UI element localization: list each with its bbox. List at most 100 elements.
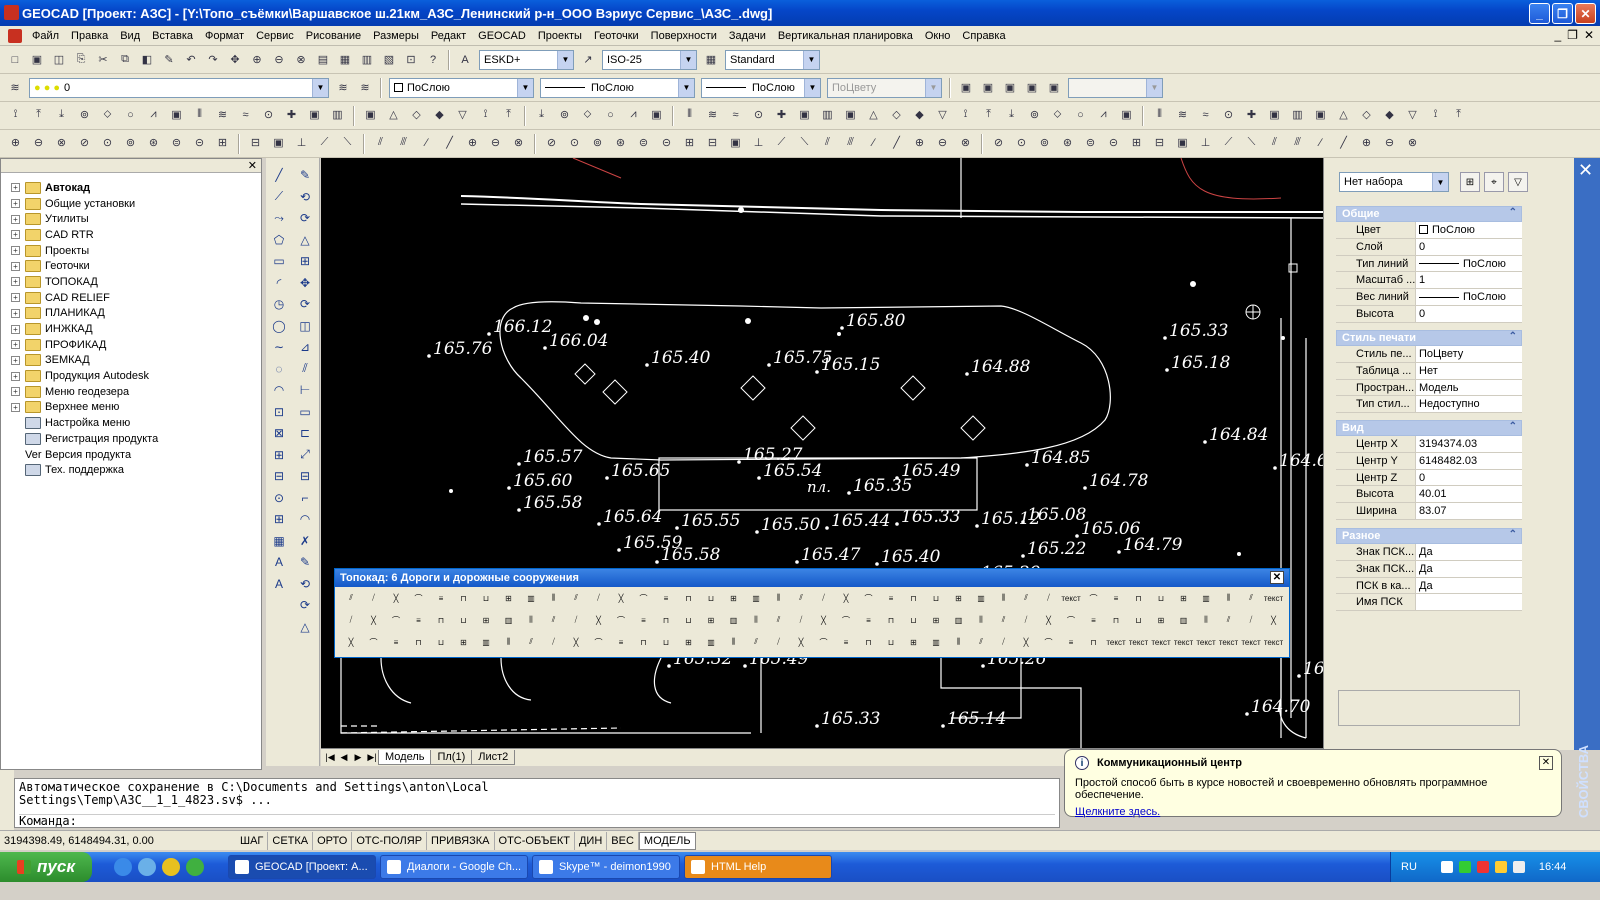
next-tab-icon[interactable]: ▶ <box>351 751 365 765</box>
palette-symbol-icon-2-26[interactable]: ▥ <box>926 633 946 651</box>
geocad-tool-icon-47[interactable]: ▣ <box>1117 106 1136 124</box>
prop-section-header[interactable]: Общие ⌃ <box>1336 206 1522 222</box>
modify-tool-icon-0[interactable]: ✎ <box>296 166 314 184</box>
std-tool-icon-7[interactable]: ✎ <box>160 51 178 69</box>
geocad-tool-icon-11[interactable]: ⊙ <box>259 106 278 124</box>
prop-value[interactable]: 6148482.03 <box>1416 453 1522 469</box>
draw-tool-icon-10[interactable]: ◠ <box>270 381 288 399</box>
palette-symbol-icon-1-19[interactable]: ⫽ <box>769 611 789 629</box>
survey-point[interactable] <box>875 562 879 566</box>
geocad-tool-icon-9[interactable]: ≋ <box>213 106 232 124</box>
palette-symbol-icon-0-30[interactable]: ⫽ <box>1016 589 1036 607</box>
survey-point[interactable] <box>1021 520 1025 524</box>
topo-tool-icon-13[interactable]: ⟋ <box>315 134 334 152</box>
quick-select-icon[interactable]: ▽ <box>1508 172 1528 192</box>
palette-symbol-icon-2-14[interactable]: ⊔ <box>656 633 676 651</box>
palette-symbol-icon-2-23[interactable]: ⊓ <box>859 633 879 651</box>
topo-tool-icon-35[interactable]: ⫻ <box>841 134 860 152</box>
geocad-tool-icon-23[interactable]: ⊚ <box>555 106 574 124</box>
palette-symbol-icon-2-10[interactable]: ╳ <box>566 633 586 651</box>
menu-item-5[interactable]: Сервис <box>250 30 300 42</box>
survey-point[interactable] <box>981 664 985 668</box>
modify-tool-icon-4[interactable]: ⊞ <box>296 252 314 270</box>
restore-button[interactable]: ❐ <box>1552 3 1573 24</box>
survey-point[interactable] <box>795 560 799 564</box>
palette-symbol-icon-2-15[interactable]: ⊞ <box>679 633 699 651</box>
collapse-icon[interactable]: ⌃ <box>1509 207 1517 218</box>
survey-point[interactable] <box>815 370 819 374</box>
modify-tool-icon-10[interactable]: ⊢ <box>296 381 314 399</box>
palette-close-icon[interactable]: ✕ <box>1270 571 1284 584</box>
expand-icon[interactable]: + <box>11 324 20 334</box>
prop-section-header[interactable]: Стиль печати ⌃ <box>1336 330 1522 346</box>
palette-symbol-icon-2-9[interactable]: ⧸ <box>544 633 564 651</box>
palette-text-icon[interactable]: текст <box>1241 633 1261 651</box>
draw-tool-icon-13[interactable]: ⊞ <box>270 446 288 464</box>
prop-row[interactable]: Центр Y 6148482.03 <box>1336 452 1522 470</box>
tree-item-7[interactable]: + CAD RELIEF <box>1 290 261 306</box>
tree-item-5[interactable]: + Геоточки <box>1 258 261 274</box>
geocad-tool-icon-56[interactable]: △ <box>1334 106 1353 124</box>
tray-icon-4[interactable] <box>1494 861 1507 873</box>
palette-text-icon[interactable]: текст <box>1061 589 1081 607</box>
expand-icon[interactable]: + <box>11 261 20 271</box>
palette-symbol-icon-1-2[interactable]: ⌒ <box>386 611 406 629</box>
std-tool-icon-14[interactable]: ▤ <box>314 51 332 69</box>
topo-tool-icon-29[interactable]: ⊟ <box>703 134 722 152</box>
survey-point[interactable] <box>507 486 511 490</box>
explorer-icon[interactable] <box>138 858 156 876</box>
palette-symbol-icon-1-37[interactable]: ▥ <box>1174 611 1194 629</box>
std-tool-icon-2[interactable]: ◫ <box>50 51 68 69</box>
prop-value[interactable]: 0 <box>1416 306 1522 322</box>
palette-symbol-icon-0-17[interactable]: ⊞ <box>724 589 744 607</box>
survey-point[interactable] <box>605 476 609 480</box>
survey-point[interactable] <box>757 476 761 480</box>
palette-symbol-icon-2-18[interactable]: ⫽ <box>746 633 766 651</box>
palette-symbol-icon-2-33[interactable]: ⊓ <box>1084 633 1104 651</box>
palette-symbol-icon-2-16[interactable]: ▥ <box>701 633 721 651</box>
topo-tool-icon-44[interactable]: ⊛ <box>1058 134 1077 152</box>
doc-minimize-button[interactable]: _ <box>1554 28 1561 42</box>
tray-icon-3[interactable] <box>1476 861 1489 873</box>
palette-symbol-icon-1-38[interactable]: ⫼ <box>1196 611 1216 629</box>
geocad-tool-icon-52[interactable]: ✚ <box>1242 106 1261 124</box>
survey-point[interactable] <box>815 724 819 728</box>
palette-title-bar[interactable]: Топокад: 6 Дороги и дорожные сооружения ✕ <box>335 569 1289 587</box>
geocad-tool-icon-22[interactable]: ⤓ <box>532 106 551 124</box>
topo-tool-icon-6[interactable]: ⊛ <box>144 134 163 152</box>
prop-value[interactable]: Модель <box>1416 380 1522 396</box>
survey-point[interactable] <box>1075 534 1079 538</box>
palette-symbol-icon-0-3[interactable]: ⌒ <box>409 589 429 607</box>
topo-tool-icon-23[interactable]: ⊙ <box>565 134 584 152</box>
palette-symbol-icon-0-21[interactable]: ⧸ <box>814 589 834 607</box>
menu-item-15[interactable]: Окно <box>919 30 957 42</box>
expand-icon[interactable]: + <box>11 277 20 287</box>
palette-symbol-icon-0-4[interactable]: ≡ <box>431 589 451 607</box>
palette-symbol-icon-1-9[interactable]: ⫽ <box>544 611 564 629</box>
topo-tool-icon-31[interactable]: ⊥ <box>749 134 768 152</box>
palette-symbol-icon-1-10[interactable]: ⧸ <box>566 611 586 629</box>
geocad-tool-icon-26[interactable]: ⩘ <box>624 106 643 124</box>
topo-tool-icon-27[interactable]: ⊝ <box>657 134 676 152</box>
palette-symbol-icon-1-26[interactable]: ⊞ <box>926 611 946 629</box>
palette-symbol-icon-2-30[interactable]: ╳ <box>1016 633 1036 651</box>
std-tool-icon-16[interactable]: ▥ <box>358 51 376 69</box>
geocad-tool-icon-43[interactable]: ⊚ <box>1025 106 1044 124</box>
survey-point[interactable] <box>543 346 547 350</box>
geocad-tool-icon-53[interactable]: ▣ <box>1265 106 1284 124</box>
prop-row[interactable]: Тип линий ПоСлою <box>1336 255 1522 273</box>
menu-item-6[interactable]: Рисование <box>300 30 367 42</box>
topo-tool-icon-32[interactable]: ⟋ <box>772 134 791 152</box>
balloon-close-icon[interactable]: ✕ <box>1539 756 1553 770</box>
geocad-tool-icon-40[interactable]: ⟟ <box>956 106 975 124</box>
geocad-tool-icon-46[interactable]: ⩘ <box>1094 106 1113 124</box>
status-toggle-6[interactable]: ДИН <box>575 831 608 850</box>
prop-row[interactable]: Знак ПСК... Да <box>1336 544 1522 561</box>
survey-point[interactable] <box>847 491 851 495</box>
palette-symbol-icon-1-36[interactable]: ⊞ <box>1151 611 1171 629</box>
prop-row[interactable]: Ширина 83.07 <box>1336 503 1522 520</box>
expand-icon[interactable]: + <box>11 230 20 240</box>
menu-item-8[interactable]: Редакт <box>425 30 472 42</box>
palette-symbol-icon-1-31[interactable]: ╳ <box>1039 611 1059 629</box>
topo-tool-icon-4[interactable]: ⊙ <box>98 134 117 152</box>
